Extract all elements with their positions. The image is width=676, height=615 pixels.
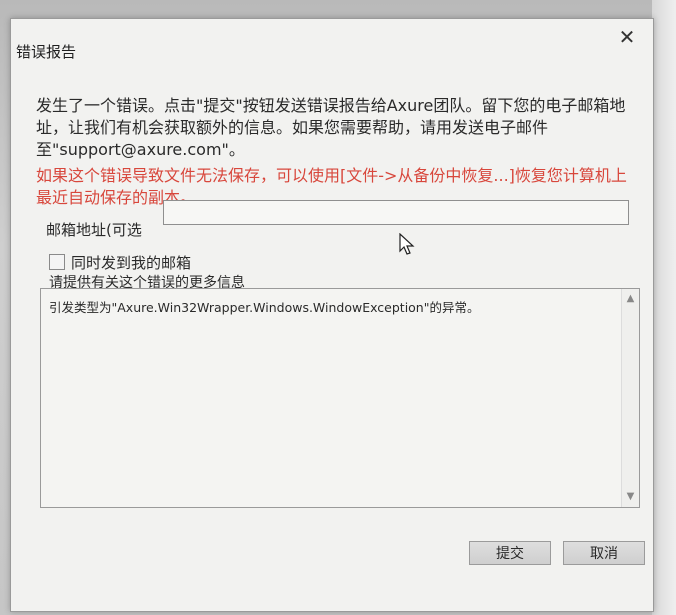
error-report-dialog: 错误报告 ✕ 发生了一个错误。点击"提交"按钮发送错误报告给Axure团队。留下… bbox=[10, 18, 654, 612]
details-textarea[interactable]: 引发类型为"Axure.Win32Wrapper.Windows.WindowE… bbox=[40, 288, 640, 508]
dialog-title: 错误报告 bbox=[16, 43, 77, 61]
cc-checkbox[interactable] bbox=[49, 254, 65, 270]
close-icon[interactable]: ✕ bbox=[615, 25, 639, 49]
cc-checkbox-label[interactable]: 同时发到我的邮箱 bbox=[71, 252, 191, 273]
details-scrollbar[interactable]: ▲ ▼ bbox=[621, 289, 639, 507]
email-label: 邮箱地址(可选 bbox=[46, 221, 142, 239]
cancel-button[interactable]: 取消 bbox=[563, 541, 645, 565]
email-input[interactable] bbox=[163, 200, 629, 225]
details-text[interactable]: 引发类型为"Axure.Win32Wrapper.Windows.WindowE… bbox=[49, 297, 479, 316]
scroll-down-icon[interactable]: ▼ bbox=[622, 489, 639, 505]
title-bar: 错误报告 ✕ bbox=[11, 19, 653, 61]
submit-button[interactable]: 提交 bbox=[469, 541, 551, 565]
error-message: 发生了一个错误。点击"提交"按钮发送错误报告给Axure团队。留下您的电子邮箱地… bbox=[36, 96, 626, 159]
scroll-up-icon[interactable]: ▲ bbox=[622, 291, 639, 307]
monitor-bezel bbox=[652, 0, 676, 615]
mouse-pointer-icon bbox=[399, 233, 415, 255]
